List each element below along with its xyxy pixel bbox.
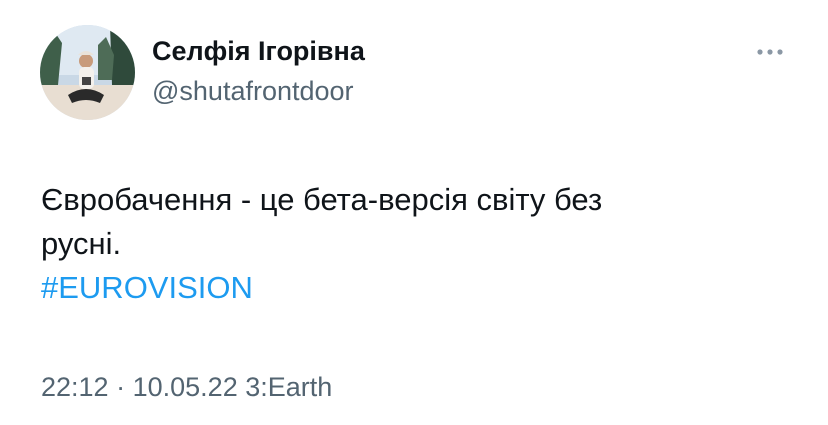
tweet-text: Євробачення - це бета-версія світу без р… [41, 178, 781, 310]
tweet-time[interactable]: 22:12 [41, 372, 109, 403]
tweet-text-line-1: Євробачення - це бета-версія світу без [41, 182, 603, 217]
tweet-text-line-2: русні. [41, 226, 122, 261]
tweet-card: Селфія Ігорівна @shutafrontdoor Євробаче… [0, 0, 828, 425]
avatar[interactable] [40, 25, 135, 120]
hashtag-link[interactable]: #EUROVISION [41, 266, 253, 310]
tweet-source[interactable]: 3:Earth [245, 372, 332, 403]
more-options-button[interactable] [752, 40, 788, 64]
author-handle[interactable]: @shutafrontdoor [152, 76, 354, 107]
author-display-name[interactable]: Селфія Ігорівна [152, 36, 365, 67]
avatar-photo-icon [40, 25, 135, 120]
meta-separator: · [116, 372, 126, 402]
more-horizontal-icon [757, 49, 783, 55]
tweet-metadata: 22:12 · 10.05.22 3:Earth [41, 372, 332, 403]
tweet-date[interactable]: 10.05.22 [133, 372, 238, 403]
